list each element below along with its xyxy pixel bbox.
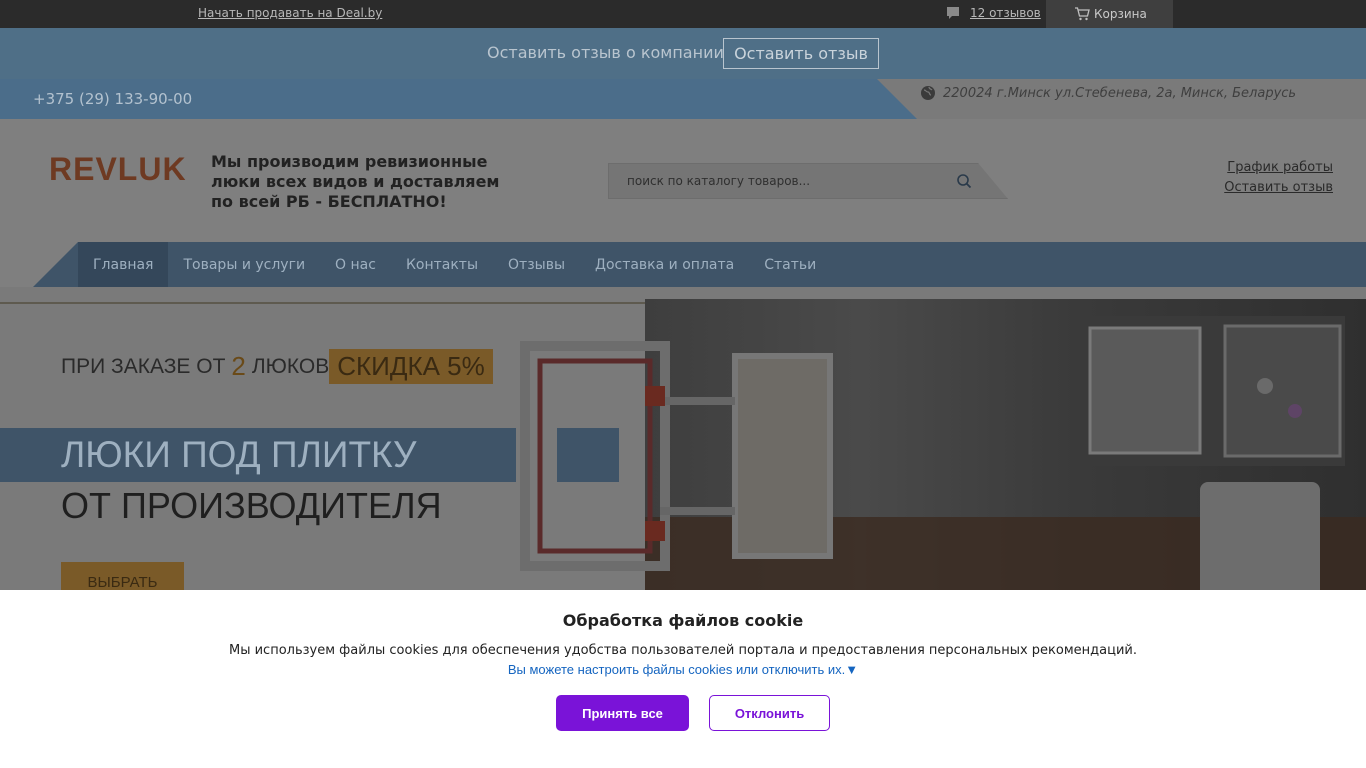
start-selling-link[interactable]: Начать продавать на Deal.by (198, 6, 382, 20)
nav-item-products[interactable]: Товары и услуги (168, 242, 320, 287)
decline-button[interactable]: Отклонить (709, 695, 830, 731)
choose-button[interactable]: ВЫБРАТЬ (61, 562, 184, 590)
nav-item-about[interactable]: О нас (320, 242, 391, 287)
slogan: Мы производим ревизионные люки всех видо… (211, 152, 500, 211)
cookie-settings-link[interactable]: Вы можете настроить файлы cookies или от… (0, 662, 1366, 677)
nav-item-reviews[interactable]: Отзывы (493, 242, 580, 287)
wall-hatch-image (1075, 316, 1345, 466)
globe-icon (921, 86, 935, 100)
accept-all-button[interactable]: Принять все (556, 695, 689, 731)
address: 220024 г.Минск ул.Стебенева, 2а, Минск, … (920, 85, 1296, 101)
contact-bar: +375 (29) 133-90-00 220024 г.Минск ул.Ст… (0, 79, 1366, 119)
leave-review-button[interactable]: Оставить отзыв (723, 38, 879, 69)
nav-list: Главная Товары и услуги О нас Контакты О… (78, 242, 831, 287)
nav-item-delivery[interactable]: Доставка и оплата (580, 242, 749, 287)
address-text: 220024 г.Минск ул.Стебенева, 2а, Минск, … (943, 85, 1297, 101)
cart-icon (1075, 7, 1090, 21)
comment-icon (947, 7, 959, 19)
nav-item-articles[interactable]: Статьи (749, 242, 831, 287)
schedule-link[interactable]: График работы (1224, 160, 1333, 175)
banner-subheadline: ОТ ПРОИЗВОДИТЕЛЯ (61, 485, 442, 526)
banner-headline: ЛЮКИ ПОД ПЛИТКУ (61, 434, 417, 475)
header-links: График работы Оставить отзыв (1224, 160, 1333, 200)
headline-stripe-right (557, 428, 619, 482)
site-header: REVLUK Мы производим ревизионные люки вс… (0, 119, 1366, 242)
cookie-consent-panel: Обработка файлов cookie Мы используем фа… (0, 590, 1366, 768)
hero-banner[interactable]: ПРИ ЗАКАЗЕ ОТ 2 ЛЮКОВ СКИДКА 5% ЛЮКИ ПОД… (0, 287, 1366, 590)
search-box (608, 163, 1008, 199)
header-review-link[interactable]: Оставить отзыв (1224, 180, 1333, 195)
review-strip: Оставить отзыв о компании Оставить отзыв (0, 28, 1366, 79)
promo-prefix: ПРИ ЗАКАЗЕ ОТ (61, 354, 226, 378)
cart-button[interactable]: Корзина (1046, 0, 1173, 28)
nav-item-contacts[interactable]: Контакты (391, 242, 493, 287)
logo[interactable]: REVLUK (49, 151, 187, 188)
search-icon[interactable] (956, 173, 972, 189)
cookie-title: Обработка файлов cookie (562, 611, 804, 630)
promo-count: 2 (231, 351, 246, 381)
discount-promo: ПРИ ЗАКАЗЕ ОТ 2 ЛЮКОВ СКИДКА 5% (61, 349, 493, 384)
leave-review-text: Оставить отзыв о компании (487, 43, 724, 62)
promo-suffix: ЛЮКОВ (251, 354, 330, 378)
cookie-description: Мы используем файлы cookies для обеспече… (228, 643, 1137, 658)
promo-discount: СКИДКА 5% (329, 349, 493, 384)
main-nav: Главная Товары и услуги О нас Контакты О… (0, 242, 1366, 287)
reviews-link[interactable]: 12 отзывов (946, 6, 1041, 20)
toilet-image (1200, 482, 1320, 590)
top-bar: Начать продавать на Deal.by 12 отзывов К… (0, 0, 1366, 28)
cart-label: Корзина (1094, 7, 1147, 21)
reviews-count-label: 12 отзывов (970, 6, 1041, 20)
nav-item-home[interactable]: Главная (78, 242, 169, 287)
search-input[interactable] (609, 164, 949, 198)
phone-number[interactable]: +375 (29) 133-90-00 (33, 90, 192, 108)
